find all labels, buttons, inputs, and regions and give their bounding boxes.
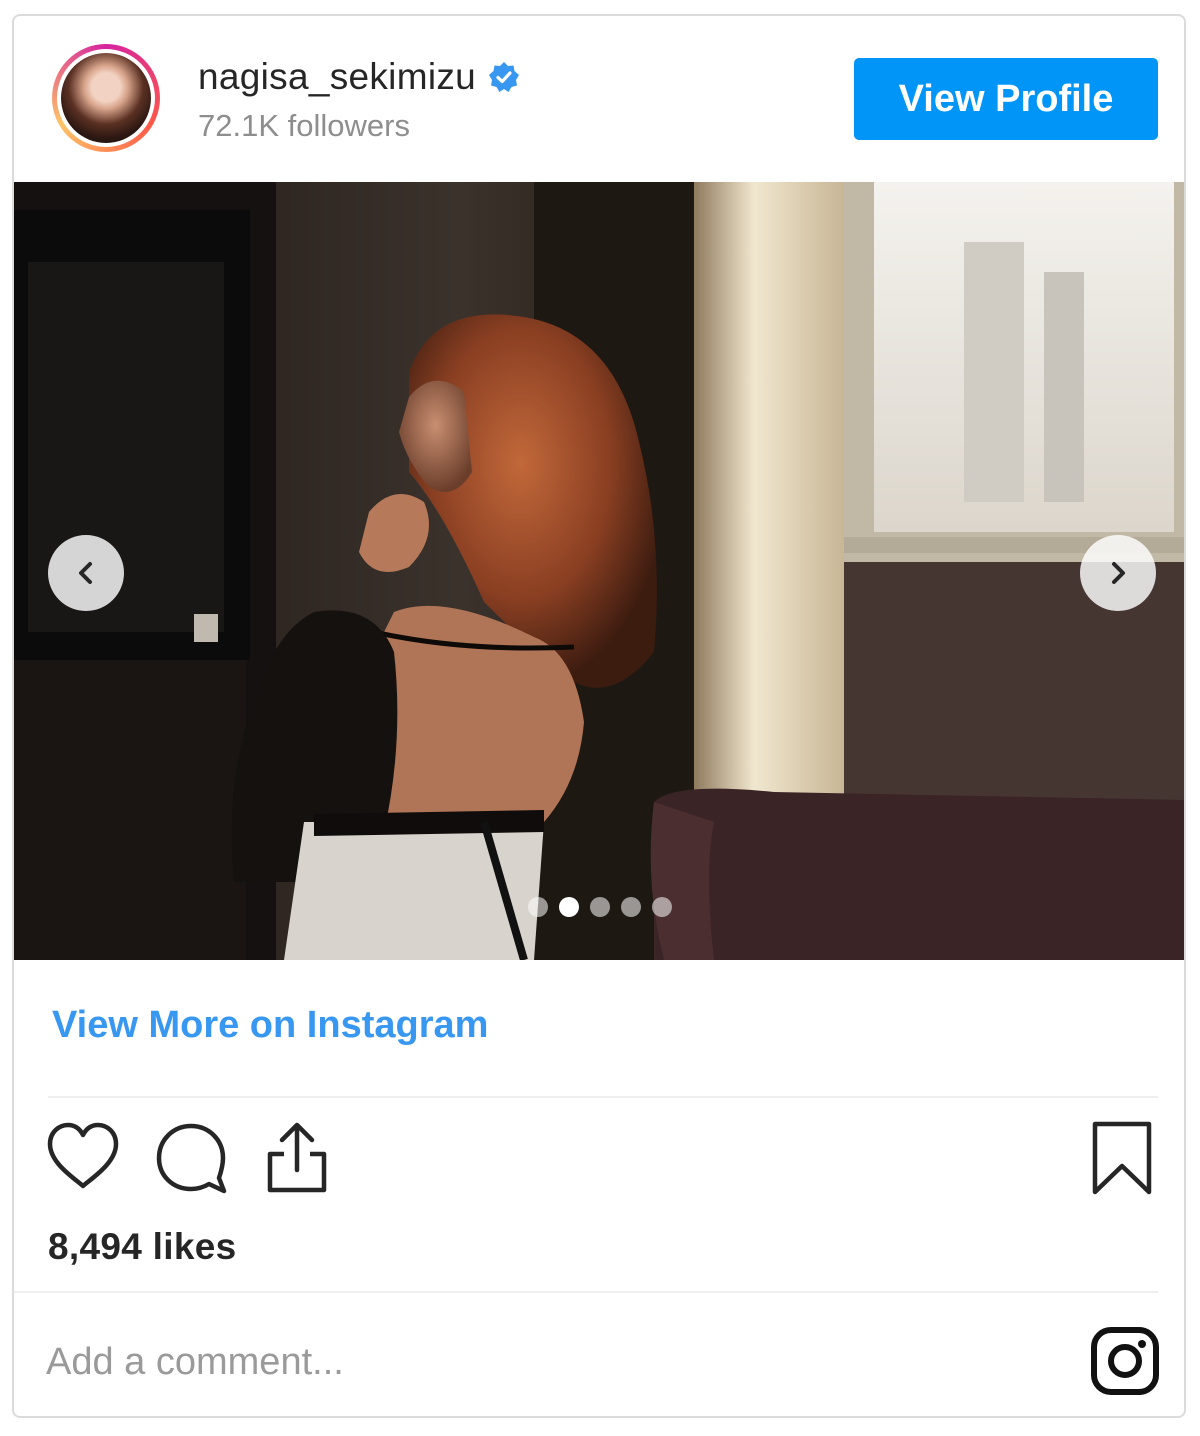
username-row: nagisa_sekimizu: [198, 56, 520, 98]
instagram-embed-card: nagisa_sekimizu 72.1K followers View Pro…: [12, 14, 1186, 1418]
divider: [14, 1291, 1158, 1293]
carousel-dot[interactable]: [652, 897, 672, 917]
post-header: nagisa_sekimizu 72.1K followers View Pro…: [14, 16, 1184, 182]
carousel-dot-active[interactable]: [559, 897, 579, 917]
like-count: 8,494 likes: [48, 1226, 237, 1267]
carousel-prev-button[interactable]: [48, 535, 124, 611]
follower-count: 72.1K followers: [198, 108, 410, 143]
carousel-dot[interactable]: [590, 897, 610, 917]
carousel-dot[interactable]: [621, 897, 641, 917]
share-icon[interactable]: [262, 1118, 332, 1196]
carousel-next-button[interactable]: [1080, 535, 1156, 611]
chevron-left-icon: [79, 562, 92, 584]
instagram-logo-icon[interactable]: [1090, 1326, 1160, 1396]
heart-icon[interactable]: [44, 1118, 122, 1196]
username[interactable]: nagisa_sekimizu: [198, 56, 476, 98]
comment-bubble-icon[interactable]: [152, 1118, 230, 1196]
view-profile-button[interactable]: View Profile: [854, 58, 1158, 140]
avatar-photo: [61, 53, 151, 143]
post-photo: [14, 182, 1184, 960]
view-more-on-instagram-link[interactable]: View More on Instagram: [52, 1004, 488, 1047]
comment-input[interactable]: [44, 1326, 1048, 1398]
chevron-right-icon: [1112, 562, 1125, 584]
carousel-indicator: [528, 897, 672, 917]
avatar[interactable]: [52, 44, 160, 152]
action-bar: [44, 1118, 1164, 1208]
post-image[interactable]: [14, 182, 1184, 960]
verified-badge-icon: [489, 62, 520, 92]
divider: [48, 1096, 1158, 1098]
carousel-dot[interactable]: [528, 897, 548, 917]
bookmark-icon[interactable]: [1089, 1118, 1155, 1198]
